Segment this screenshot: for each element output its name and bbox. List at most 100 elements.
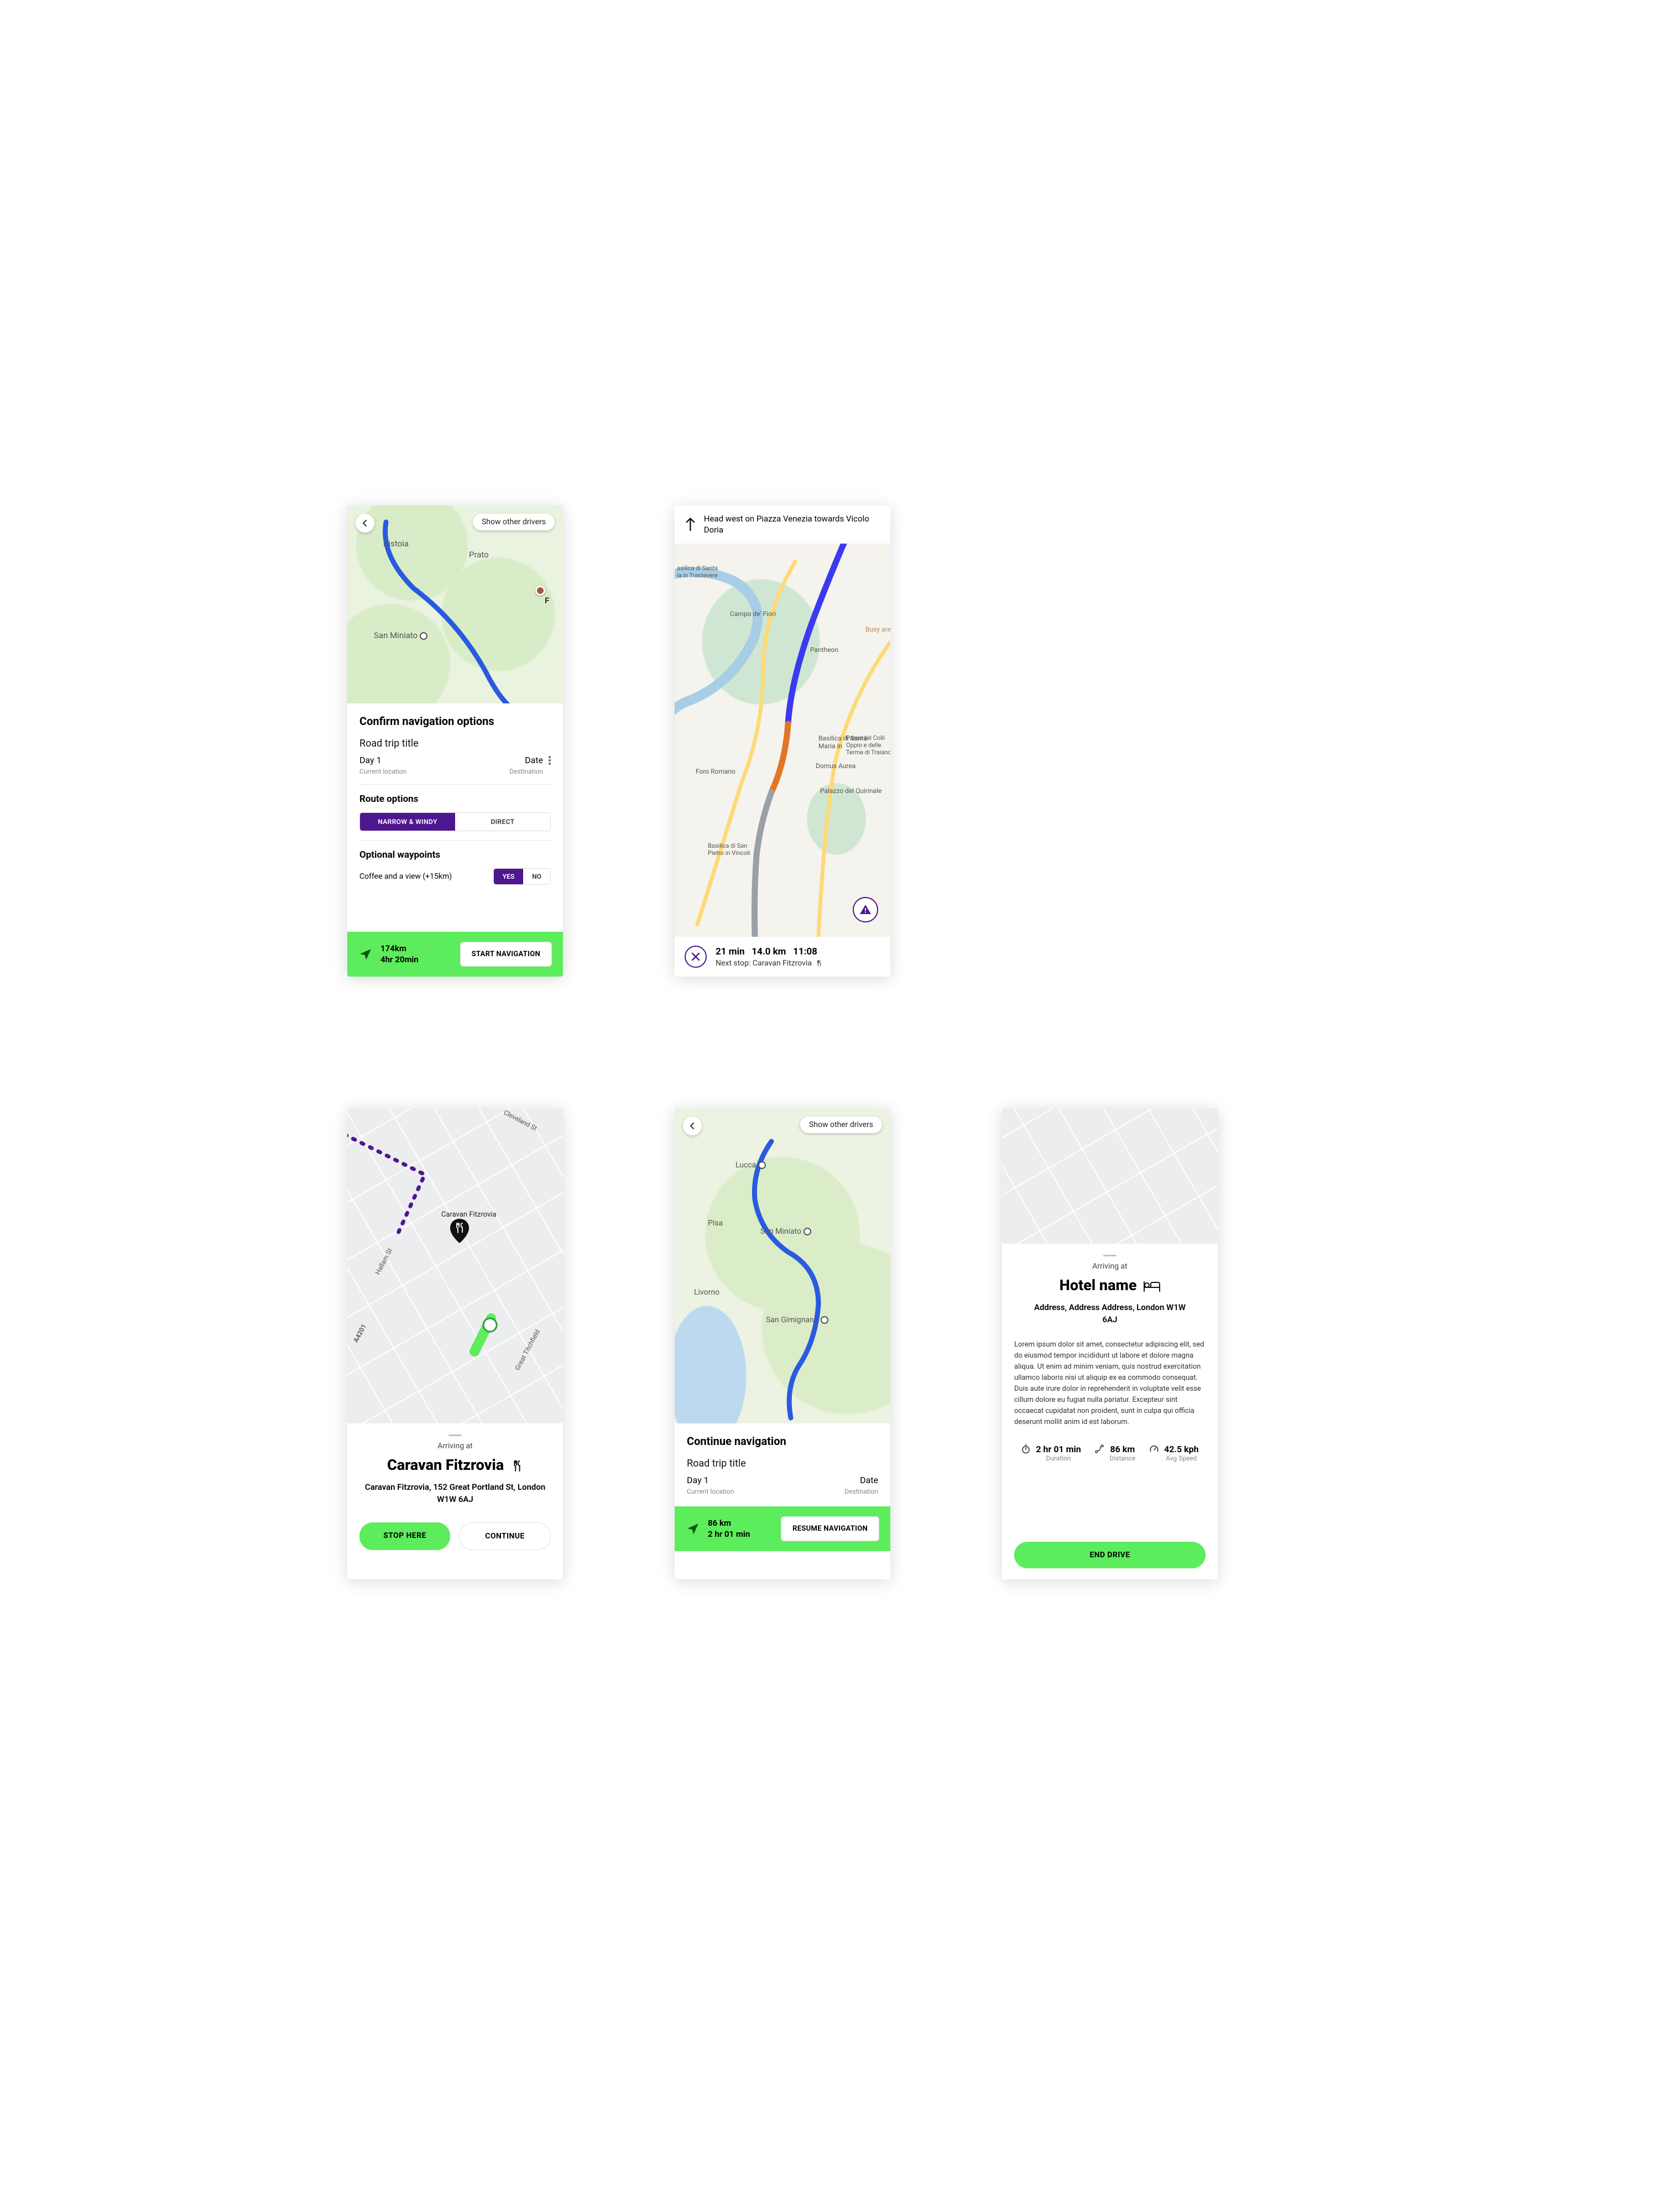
map-view[interactable] [1002,1108,1218,1244]
handle[interactable] [448,1434,462,1436]
route-line [675,1108,890,1423]
place-pantheon: Pantheon [810,646,838,654]
chevron-left-icon [362,520,368,526]
instruction-text: Head west on Piazza Venezia towards Vico… [704,513,880,536]
summary-duration: 2 hr 01 min [708,1529,773,1540]
stats-row: 2 hr 01 minDuration 86 kmDistance 42.5 k… [1014,1444,1206,1462]
screen-active-navigation: Head west on Piazza Venezia towards Vico… [675,505,890,977]
stopwatch-icon [1021,1444,1031,1454]
route-direct[interactable]: DIRECT [455,813,550,831]
summary-bar: 86 km 2 hr 01 min RESUME NAVIGATION [675,1506,890,1551]
start-navigation-button[interactable]: START NAVIGATION [460,942,552,967]
arrival-title: Caravan Fitzrovia [359,1456,551,1474]
place-prato: Prato [469,550,489,560]
navigation-arrow-icon [686,1522,700,1536]
map-view[interactable]: Pistoia Prato San Miniato F Show other d… [347,505,563,703]
destination-label: Destination [509,768,543,775]
panel-title: Continue navigation [687,1434,878,1448]
trip-title: Road trip title [687,1458,878,1469]
handle[interactable] [1103,1255,1117,1256]
place-f: F [545,596,549,606]
day-label: Day 1 [687,1475,734,1485]
close-icon [691,952,700,961]
stop-here-button[interactable]: STOP HERE [359,1522,450,1550]
trip-metrics: 21 min 14.0 km 11:08 [716,946,822,957]
stat-duration: 2 hr 01 minDuration [1021,1444,1081,1462]
screen-continue-navigation: Pistoia Lucca Pisa Livorno San Miniato S… [675,1108,890,1579]
summary-distance: 86 km [708,1518,773,1529]
summary-duration: 4hr 20min [380,954,452,966]
show-drivers-button[interactable]: Show other drivers [473,514,555,530]
end-drive-button[interactable]: END DRIVE [1014,1542,1206,1568]
street-cleveland: Cleveland St [503,1108,539,1132]
hotel-icon [1144,1280,1160,1292]
restaurant-icon [511,1460,523,1472]
restaurant-icon [816,960,822,967]
street-hallam: Hallam St [374,1247,394,1276]
warning-icon [859,903,872,916]
turn-arrow-icon [685,513,696,532]
next-stop: Next stop: Caravan Fitzrovia [716,959,822,968]
place-campo: Campo de' Fiori [730,610,776,618]
waypoint-item: Coffee and a view (+15km) [359,872,452,881]
street-litchfield: Great Titchfield [513,1328,541,1371]
place-san-miniato: San Miniato [760,1227,811,1236]
waypoint-no[interactable]: NO [523,869,550,884]
place-basilica-trastevere: asilica di Santa ia in Trastevere [677,565,718,579]
back-button[interactable] [356,514,374,533]
summary-bar: 174km 4hr 20min START NAVIGATION [347,932,563,977]
arrival-panel: Arriving at Caravan Fitzrovia Caravan Fi… [347,1423,563,1561]
trip-title: Road trip title [359,738,551,749]
place-pisa: Pisa [708,1219,723,1228]
date-label: Date [844,1475,878,1485]
stat-speed: 42.5 kphAvg Speed [1149,1444,1199,1462]
cancel-navigation-button[interactable] [685,946,707,968]
continue-button[interactable]: CONTINUE [459,1522,551,1550]
divider [359,784,551,785]
warning-button[interactable] [853,897,878,922]
place-quirinale: Palazzo del Quirinale [820,787,881,795]
hotel-address: Address, Address Address, London W1W 6AJ [1030,1302,1190,1326]
trip-info-bar: 21 min 14.0 km 11:08 Next stop: Caravan … [675,937,890,977]
marker-f [535,586,545,596]
route-options-label: Route options [359,794,551,805]
place-parco: Parco del Colli Oppio e delle Terme di T… [846,734,890,756]
resume-navigation-button[interactable]: RESUME NAVIGATION [781,1516,879,1541]
day-label: Day 1 [359,755,406,765]
options-panel: Confirm navigation options Road trip tit… [347,703,563,896]
route-narrow-windy[interactable]: NARROW & WINDY [360,813,455,831]
panel-title: Confirm navigation options [359,714,551,728]
summary-distance: 174km [380,943,452,954]
more-button[interactable] [549,755,551,767]
end-panel: Arriving at Hotel name Address, Address … [1002,1244,1218,1579]
waypoint-toggle: YES NO [493,868,551,885]
place-lucca: Lucca [735,1161,766,1170]
current-location-label: Current location [687,1488,734,1495]
stat-distance: 86 kmDistance [1094,1444,1135,1462]
show-drivers-button[interactable]: Show other drivers [800,1117,882,1133]
place-pistoia: Pistoia [383,539,409,549]
divider [359,840,551,841]
waypoints-label: Optional waypoints [359,849,551,860]
navigation-arrow-icon [358,947,373,962]
chevron-left-icon [689,1123,696,1129]
arriving-label: Arriving at [359,1442,551,1451]
map-view[interactable]: asilica di Santa ia in Trastevere Campo … [675,544,890,937]
place-pietro: Basilica di San Pietro in Vincoli [708,842,750,857]
place-busy-area: Busy are [865,625,890,633]
destination-label: Destination [844,1488,878,1495]
place-domus: Domus Aurea [816,762,855,770]
map-view[interactable]: Pistoia Lucca Pisa Livorno San Miniato S… [675,1108,890,1423]
continue-panel: Continue navigation Road trip title Day … [675,1423,890,1506]
back-button[interactable] [683,1117,702,1135]
hotel-title: Hotel name [1014,1276,1206,1294]
arriving-label: Arriving at [1014,1262,1206,1271]
arrival-address: Caravan Fitzrovia, 152 Great Portland St… [359,1481,551,1506]
speedometer-icon [1149,1444,1159,1454]
waypoint-yes[interactable]: YES [494,869,523,884]
date-label: Date [509,755,543,765]
map-view[interactable]: Cleveland St Hallam St A4201 Great Titch… [347,1108,563,1423]
route-icon [1094,1444,1104,1454]
place-san-gimignano: San Gimignano [766,1316,828,1324]
instruction-banner: Head west on Piazza Venezia towards Vico… [675,505,890,544]
